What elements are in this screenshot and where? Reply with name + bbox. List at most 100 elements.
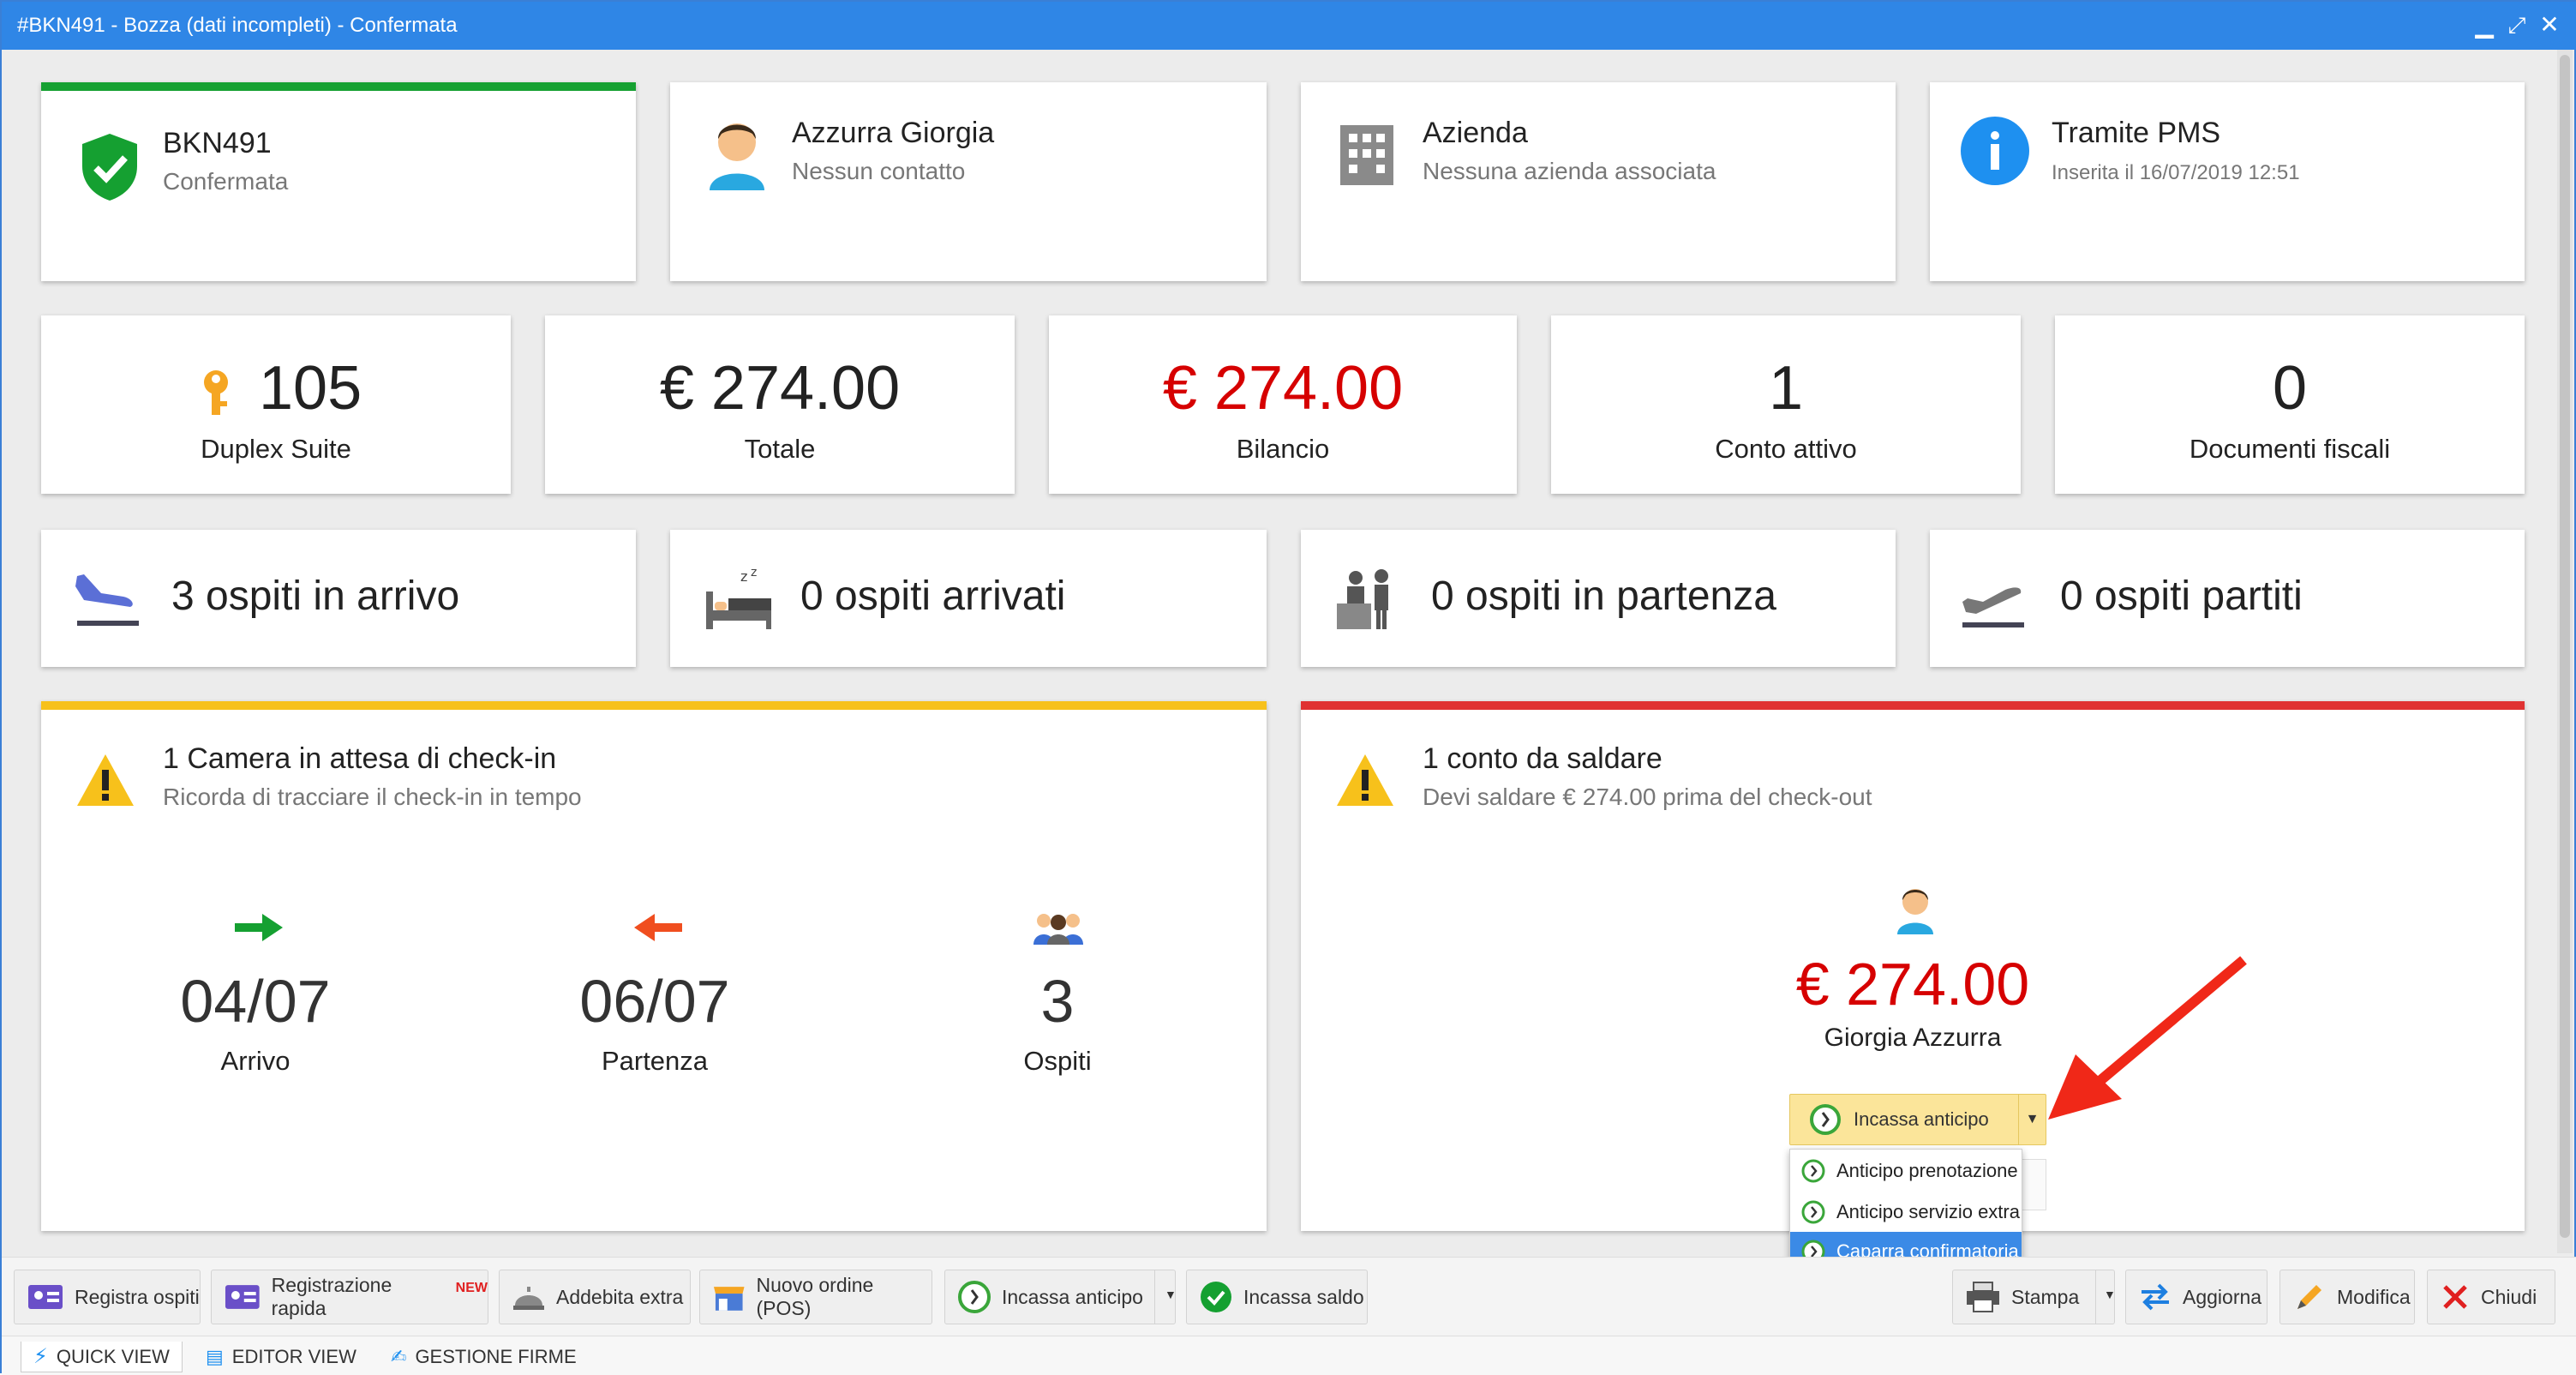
guests-departed: 0 ospiti partiti bbox=[2060, 573, 2303, 619]
booking-code: BKN491 bbox=[163, 127, 272, 159]
split-divider bbox=[2095, 1270, 2096, 1324]
check-circle-icon bbox=[1201, 1282, 1231, 1312]
clock-icon bbox=[958, 1281, 991, 1313]
balance-stat: € 274.00 Bilancio bbox=[1049, 315, 1517, 494]
danger-bar bbox=[1301, 701, 2525, 710]
title-bar: #BKN491 - Bozza (dati incompleti) - Conf… bbox=[2, 2, 2576, 50]
id-card-icon bbox=[28, 1285, 63, 1309]
departure-label: Partenza bbox=[601, 1046, 709, 1076]
account-title: 1 conto da saldare bbox=[1423, 742, 1662, 775]
building-icon bbox=[1340, 125, 1393, 185]
accounts-stat: 1 Conto attivo bbox=[1551, 315, 2021, 494]
incassa-anticipo-split-button: Incassa anticipo ▼ bbox=[1789, 1094, 2046, 1145]
scrollbar[interactable] bbox=[2557, 50, 2573, 1253]
incassa-saldo-button[interactable]: Incassa saldo bbox=[1186, 1270, 1368, 1324]
signature-icon: ✍ bbox=[391, 1346, 407, 1367]
incassa-anticipo-label: Incassa anticipo bbox=[1854, 1108, 1989, 1130]
guests-arriving-card[interactable]: 3 ospiti in arrivo bbox=[41, 530, 636, 667]
accounts-value: 1 bbox=[1768, 354, 1804, 423]
annotation-arrow-icon bbox=[2048, 956, 2247, 1120]
guests-arrived: 0 ospiti arrivati bbox=[800, 573, 1066, 619]
svg-text:z: z bbox=[740, 568, 747, 585]
balance-label: Bilancio bbox=[1236, 434, 1330, 464]
chiudi-label: Chiudi bbox=[2481, 1285, 2537, 1308]
scrollbar-thumb[interactable] bbox=[2560, 55, 2570, 1238]
guests-departing-card[interactable]: 0 ospiti in partenza bbox=[1301, 530, 1896, 667]
arrow-right-icon bbox=[235, 914, 283, 941]
minimize-icon[interactable]: ▁ bbox=[2471, 12, 2497, 38]
registrazione-rapida-button[interactable]: Registrazione rapida NEW bbox=[211, 1270, 488, 1324]
incassa-anticipo-button[interactable]: Incassa anticipo bbox=[1790, 1095, 2018, 1144]
window-title: #BKN491 - Bozza (dati incompleti) - Conf… bbox=[17, 14, 458, 37]
documents-label: Documenti fiscali bbox=[2189, 434, 2391, 464]
registra-ospiti-button[interactable]: Registra ospiti bbox=[14, 1270, 201, 1324]
chiudi-button[interactable]: Chiudi bbox=[2427, 1270, 2555, 1324]
caret-down-icon[interactable]: ▼ bbox=[1165, 1288, 1177, 1301]
guest-name: Azzurra Giorgia bbox=[792, 117, 995, 149]
modifica-button[interactable]: Modifica bbox=[2279, 1270, 2415, 1324]
app-window: #BKN491 - Bozza (dati incompleti) - Conf… bbox=[0, 0, 2576, 1375]
dropdown-item-anticipo-servizio-extra[interactable]: Anticipo servizio extra bbox=[1790, 1192, 2022, 1232]
account-subtitle: Devi saldare € 274.00 prima del check-ou… bbox=[1423, 784, 1872, 810]
total-label: Totale bbox=[744, 434, 816, 464]
close-icon bbox=[2443, 1285, 2467, 1309]
total-stat: € 274.00 Totale bbox=[545, 315, 1015, 494]
company-card[interactable]: Azienda Nessuna azienda associata bbox=[1301, 82, 1896, 281]
nuovo-ordine-button[interactable]: Nuovo ordine (POS) bbox=[699, 1270, 932, 1324]
service-bell-icon bbox=[513, 1287, 544, 1310]
registra-ospiti-label: Registra ospiti bbox=[75, 1285, 200, 1308]
person-icon bbox=[1897, 889, 1933, 934]
tab-editor-view[interactable]: ▤ EDITOR VIEW bbox=[194, 1342, 368, 1372]
close-window-icon[interactable]: ✕ bbox=[2537, 12, 2562, 38]
info-icon bbox=[1961, 117, 2029, 185]
stampa-button[interactable]: Stampa ▼ bbox=[1952, 1270, 2116, 1324]
guest-card[interactable]: Azzurra Giorgia Nessun contatto bbox=[670, 82, 1267, 281]
tab-quick-view-label: QUICK VIEW bbox=[56, 1345, 170, 1367]
nuovo-ordine-label: Nuovo ordine (POS) bbox=[756, 1274, 874, 1319]
guests-departing: 0 ospiti in partenza bbox=[1431, 573, 1776, 619]
bottom-toolbar: Registra ospiti Registrazione rapida NEW… bbox=[2, 1257, 2576, 1336]
aggiorna-label: Aggiorna bbox=[2183, 1285, 2262, 1308]
checkin-subtitle: Ricorda di tracciare il check-in in temp… bbox=[163, 784, 582, 810]
tab-editor-view-label: EDITOR VIEW bbox=[231, 1346, 356, 1367]
bed-sleep-icon: zz bbox=[706, 566, 771, 629]
arrival-date: 04/07 bbox=[180, 968, 331, 1035]
pencil-icon bbox=[2297, 1285, 2321, 1309]
guests-arrived-card[interactable]: zz 0 ospiti arrivati bbox=[670, 530, 1267, 667]
incassa-anticipo-toolbar-label: Incassa anticipo bbox=[1002, 1285, 1143, 1308]
refresh-icon bbox=[2142, 1283, 2169, 1311]
room-number: 105 bbox=[259, 354, 362, 423]
tab-gestione-firme[interactable]: ✍ GESTIONE FIRME bbox=[379, 1342, 589, 1372]
shield-check-icon bbox=[82, 134, 137, 201]
key-icon bbox=[204, 370, 228, 415]
warning-bar bbox=[41, 701, 1267, 710]
dropdown-item-anticipo-prenotazione[interactable]: Anticipo prenotazione bbox=[1790, 1151, 2022, 1191]
addebita-extra-label: Addebita extra bbox=[556, 1285, 684, 1308]
modifica-label: Modifica bbox=[2337, 1285, 2411, 1308]
addebita-extra-button[interactable]: Addebita extra bbox=[499, 1270, 691, 1324]
incassa-saldo-label: Incassa saldo bbox=[1243, 1285, 1364, 1308]
guests-count: 3 bbox=[1040, 968, 1075, 1035]
documents-value: 0 bbox=[2272, 354, 2308, 423]
maximize-icon[interactable]: ⤢ bbox=[2504, 12, 2530, 38]
clock-icon bbox=[1801, 1159, 1825, 1183]
tab-quick-view[interactable]: ⚡ QUICK VIEW bbox=[21, 1342, 183, 1372]
reception-desk-icon bbox=[1337, 569, 1388, 629]
shop-icon bbox=[713, 1287, 745, 1311]
incassa-anticipo-toolbar-button[interactable]: Incassa anticipo ▼ bbox=[944, 1270, 1177, 1324]
aggiorna-button[interactable]: Aggiorna bbox=[2125, 1270, 2267, 1324]
total-value: € 274.00 bbox=[659, 354, 901, 423]
arrow-left-icon bbox=[634, 914, 682, 941]
booking-status: Confermata bbox=[163, 168, 289, 195]
stampa-label: Stampa bbox=[2011, 1285, 2080, 1308]
dropdown-item-label: Anticipo prenotazione bbox=[1836, 1160, 2018, 1181]
guests-departed-card[interactable]: 0 ospiti partiti bbox=[1930, 530, 2525, 667]
person-icon bbox=[710, 123, 764, 190]
accounts-label: Conto attivo bbox=[1715, 434, 1857, 464]
booking-card: BKN491 Confermata bbox=[41, 82, 636, 281]
split-divider bbox=[1154, 1270, 1155, 1324]
arrival-label: Arrivo bbox=[220, 1046, 291, 1076]
warning-icon bbox=[77, 754, 134, 806]
caret-down-icon[interactable]: ▼ bbox=[2104, 1288, 2116, 1301]
source-card: Tramite PMS Inserita il 16/07/2019 12:51 bbox=[1930, 82, 2525, 281]
